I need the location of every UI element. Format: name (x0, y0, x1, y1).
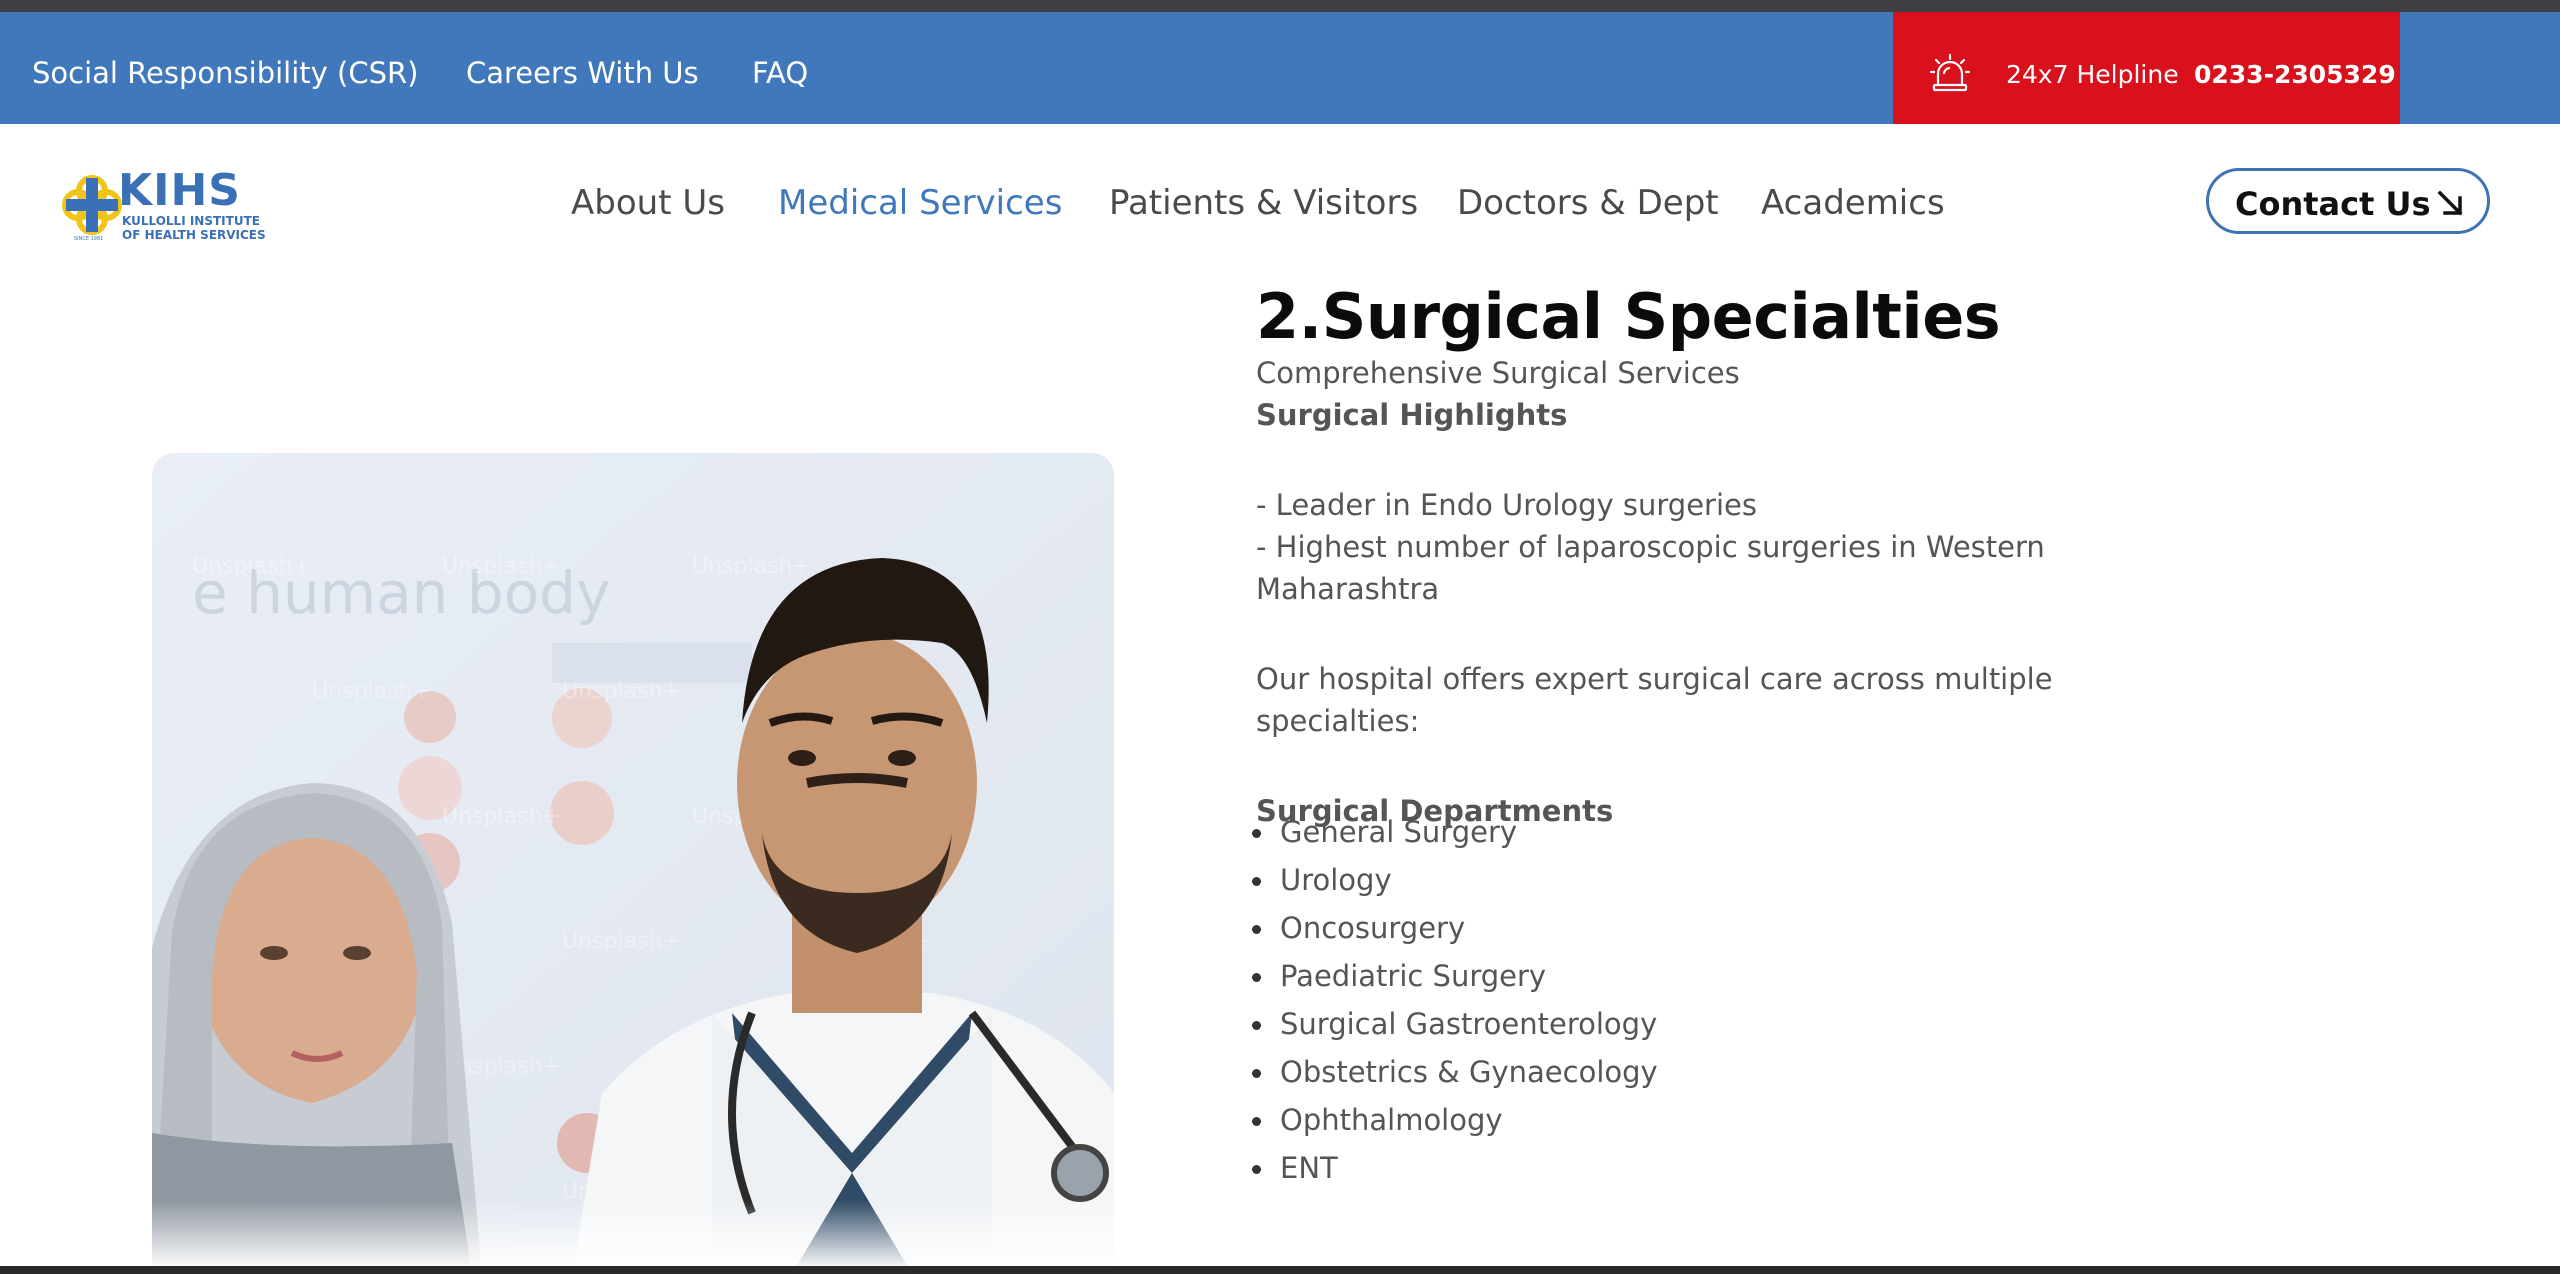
highlights-heading: Surgical Highlights (1256, 398, 1568, 432)
logo-cross-icon (62, 175, 122, 235)
arrow-down-right-icon (2437, 190, 2463, 216)
intro-paragraph-cont: specialties: (1256, 704, 1420, 738)
nav-doctors-dept[interactable]: Doctors & Dept (1457, 183, 1719, 223)
bottom-fade (0, 1200, 2560, 1266)
alarm-bell-icon (1929, 53, 1971, 92)
helpline-box[interactable]: 24x7 Helpline 0233-2305329 (1893, 12, 2400, 140)
logo-title: KIHS (118, 165, 241, 216)
helpline-label: 24x7 Helpline (2006, 60, 2179, 89)
svg-text:Unsplash+: Unsplash+ (442, 554, 561, 579)
logo-tiny-text: SINCE 1981 (74, 236, 104, 242)
contact-us-button[interactable]: Contact Us (2206, 168, 2490, 234)
contact-us-label: Contact Us (2235, 185, 2431, 223)
nav-medical-services[interactable]: Medical Services (778, 183, 1062, 223)
nav-patients-visitors[interactable]: Patients & Visitors (1109, 183, 1418, 223)
list-item: Ophthalmology (1200, 1099, 1658, 1147)
csr-link[interactable]: Social Responsibility (CSR) (32, 56, 418, 90)
main-navbar: KIHS KULLOLLI INSTITUTE OF HEALTH SERVIC… (0, 124, 2560, 284)
svg-text:Unsplash+: Unsplash+ (442, 804, 561, 829)
svg-text:Unsplash+: Unsplash+ (562, 929, 681, 954)
svg-text:Unsplash+: Unsplash+ (312, 679, 431, 704)
highlight-item-1: - Leader in Endo Urology surgeries (1256, 488, 1757, 522)
logo-subtitle-2: OF HEALTH SERVICES (122, 228, 266, 242)
svg-text:Unsplash+: Unsplash+ (562, 679, 681, 704)
logo-subtitle-1: KULLOLLI INSTITUTE (122, 214, 260, 228)
nav-about-us[interactable]: About Us (571, 183, 725, 223)
intro-paragraph: Our hospital offers expert surgical care… (1256, 662, 2053, 696)
svg-text:Unsplash+: Unsplash+ (192, 554, 311, 579)
section-subtitle: Comprehensive Surgical Services (1256, 356, 1740, 390)
list-item: Urology (1200, 859, 1658, 907)
list-item: General Surgery (1200, 811, 1658, 859)
browser-bottom-edge (0, 1266, 2560, 1274)
doctors-illustration: e human body Unsplash+ Unsplash+ Unsplas… (152, 453, 1114, 1274)
nav-academics[interactable]: Academics (1761, 183, 1945, 223)
list-item: Surgical Gastroenterology (1200, 1003, 1658, 1051)
list-item: Oncosurgery (1200, 907, 1658, 955)
page-title: 2.Surgical Specialties (1256, 280, 2001, 353)
list-item: Paediatric Surgery (1200, 955, 1658, 1003)
departments-list: General Surgery Urology Oncosurgery Paed… (1200, 811, 1658, 1195)
kihs-logo[interactable]: KIHS KULLOLLI INSTITUTE OF HEALTH SERVIC… (62, 165, 266, 246)
faq-link[interactable]: FAQ (752, 56, 808, 90)
highlight-item-2-cont: Maharashtra (1256, 572, 1440, 606)
svg-text:Unsplash+: Unsplash+ (692, 554, 811, 579)
highlight-item-2: - Highest number of laparoscopic surgeri… (1256, 530, 2045, 564)
doctors-photo: e human body Unsplash+ Unsplash+ Unsplas… (152, 453, 1114, 1274)
careers-link[interactable]: Careers With Us (466, 56, 699, 90)
browser-top-edge (0, 0, 2560, 12)
list-item: Obstetrics & Gynaecology (1200, 1051, 1658, 1099)
helpline-number[interactable]: 0233-2305329 (2194, 60, 2396, 89)
list-item: ENT (1200, 1147, 1658, 1195)
